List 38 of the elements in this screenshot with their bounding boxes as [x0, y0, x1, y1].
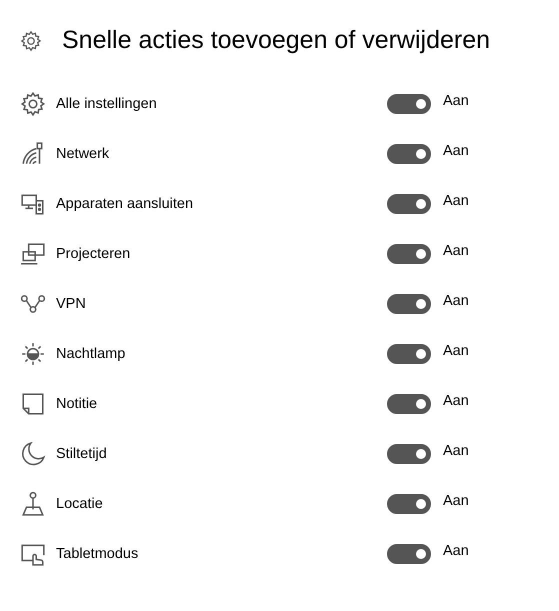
toggle-switch[interactable] [387, 444, 431, 464]
action-label: Notitie [56, 396, 98, 412]
action-label: Netwerk [56, 146, 110, 162]
toggle-state: Aan [443, 143, 469, 159]
action-label: Stiltetijd [56, 446, 107, 462]
toggle-switch[interactable] [387, 94, 431, 114]
sun-icon [20, 341, 46, 367]
toggle-switch[interactable] [387, 294, 431, 314]
action-label: Projecteren [56, 246, 130, 262]
toggle-switch[interactable] [387, 144, 431, 164]
monitors-icon [20, 241, 46, 267]
settings-icon [20, 30, 42, 52]
toggle-state: Aan [443, 393, 469, 409]
toggle-state: Aan [443, 343, 469, 359]
toggle-state: Aan [443, 443, 469, 459]
toggle-switch[interactable] [387, 394, 431, 414]
toggle-switch[interactable] [387, 494, 431, 514]
location-icon [20, 491, 46, 517]
toggle-state: Aan [443, 293, 469, 309]
action-label: Nachtlamp [56, 346, 126, 362]
toggle-state: Aan [443, 193, 469, 209]
moon-icon [20, 441, 46, 467]
toggle-state: Aan [443, 543, 469, 559]
action-label: Apparaten aansluiten [56, 196, 194, 212]
action-label: Tabletmodus [56, 546, 138, 562]
action-label: Locatie [56, 496, 103, 512]
page-title: Snelle acties toevoegen of verwijderen [62, 26, 490, 55]
toggle-switch[interactable] [387, 544, 431, 564]
action-label: VPN [56, 296, 86, 312]
toggle-switch[interactable] [387, 194, 431, 214]
toggle-switch[interactable] [387, 344, 431, 364]
toggle-state: Aan [443, 243, 469, 259]
toggle-state: Aan [443, 93, 469, 109]
note-icon [20, 391, 46, 417]
toggle-state: Aan [443, 493, 469, 509]
action-label: Alle instellingen [56, 96, 157, 112]
toggle-switch[interactable] [387, 244, 431, 264]
gear-icon [20, 91, 46, 117]
